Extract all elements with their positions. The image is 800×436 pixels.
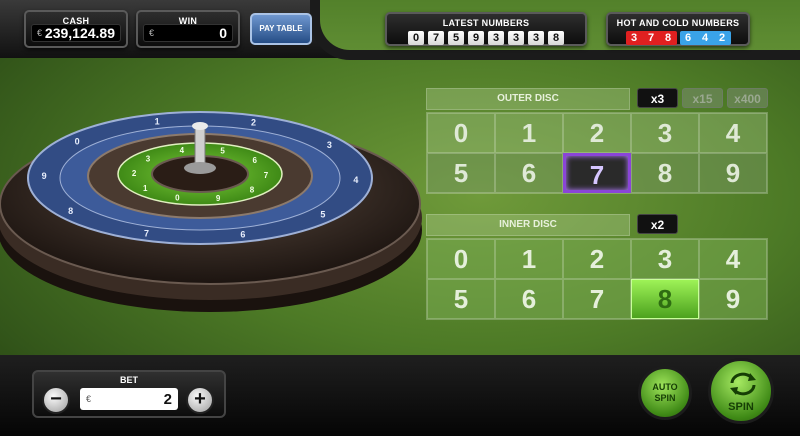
wheel-number: 2	[132, 169, 137, 178]
spindle-top	[192, 122, 208, 130]
cash-panel: CASH € 239,124.89	[24, 10, 128, 48]
win-currency: €	[149, 28, 155, 38]
number-cell-0[interactable]: 0	[427, 113, 495, 153]
wheel-number: 9	[216, 194, 221, 203]
spindle-base	[184, 162, 216, 174]
inner-disc-grid: 01234 56789	[426, 238, 768, 320]
number-cell-3[interactable]: 3	[631, 113, 699, 153]
number-cell-0[interactable]: 0	[427, 239, 495, 279]
win-panel: WIN € 0	[136, 10, 240, 48]
latest-number: 8	[548, 31, 564, 45]
spindle	[194, 125, 206, 169]
bet-display: € 2	[80, 388, 178, 410]
cold-number: 6	[684, 32, 692, 44]
wheel-number: 1	[155, 116, 160, 126]
spin-arrows-icon	[730, 372, 756, 396]
cold-number: 4	[701, 32, 709, 44]
game-table: CASH € 239,124.89 WIN € 0 PAY TABLE LATE…	[0, 0, 800, 436]
latest-number: 0	[408, 31, 424, 45]
latest-number: 9	[468, 31, 484, 45]
latest-number: 3	[508, 31, 524, 45]
latest-number: 7	[428, 31, 444, 45]
wheel-number: 5	[220, 147, 225, 156]
roulette-wheel: 2345678901 5678901234	[0, 111, 422, 312]
outer-disc-title: OUTER DISC	[426, 88, 630, 110]
cash-value: 239,124.89	[44, 25, 115, 41]
number-cell-9[interactable]: 9	[699, 279, 767, 319]
outer-multiplier-x400[interactable]: x400	[727, 88, 768, 108]
win-display: € 0	[143, 24, 233, 42]
bet-currency: €	[86, 394, 92, 404]
wheel-number: 4	[353, 175, 358, 185]
spin-button[interactable]: SPIN	[708, 358, 774, 424]
wheel-number: 6	[240, 230, 245, 240]
latest-number: 3	[528, 31, 544, 45]
outer-disc-grid: 01234 56789	[426, 112, 768, 194]
number-cell-8[interactable]: 8	[631, 153, 699, 193]
auto-spin-button[interactable]: AUTO SPIN	[638, 366, 692, 420]
cash-display: € 239,124.89	[31, 24, 121, 42]
hot-cold-panel: HOT AND COLD NUMBERS 378 642	[606, 12, 750, 46]
number-cell-6[interactable]: 6	[495, 153, 563, 193]
decrease-bet-button[interactable]: −	[42, 386, 70, 414]
hot-number: 7	[647, 32, 655, 44]
wheel-number: 0	[175, 193, 180, 202]
outer-multiplier-x15[interactable]: x15	[682, 88, 723, 108]
number-cell-4[interactable]: 4	[699, 113, 767, 153]
inner-multiplier-x2[interactable]: x2	[637, 214, 678, 234]
latest-number: 3	[488, 31, 504, 45]
spin-label: SPIN	[728, 401, 754, 413]
outer-multiplier-x3[interactable]: x3	[637, 88, 678, 108]
wheel-number: 2	[251, 118, 256, 128]
wheel-number: 7	[144, 228, 149, 238]
wheel-number: 7	[264, 171, 269, 180]
number-cell-7[interactable]: 7	[563, 279, 631, 319]
wheel-number: 8	[68, 206, 73, 216]
latest-numbers-panel: LATEST NUMBERS 07593338	[385, 12, 587, 46]
increase-bet-button[interactable]: +	[186, 386, 214, 414]
hot-numbers: 378	[625, 31, 677, 45]
hot-number: 8	[664, 32, 672, 44]
wheel-number: 9	[42, 171, 47, 181]
hot-number: 3	[630, 32, 638, 44]
pay-table-button[interactable]: PAY TABLE	[250, 13, 312, 45]
number-cell-2[interactable]: 2	[563, 239, 631, 279]
hot-cold-row: 378 642	[608, 31, 748, 45]
number-cell-7[interactable]: 7	[563, 153, 631, 193]
number-cell-1[interactable]: 1	[495, 239, 563, 279]
number-cell-9[interactable]: 9	[699, 153, 767, 193]
number-cell-3[interactable]: 3	[631, 239, 699, 279]
number-cell-8[interactable]: 8	[631, 279, 699, 319]
wheel-number: 5	[320, 209, 325, 219]
number-cell-1[interactable]: 1	[495, 113, 563, 153]
cold-numbers: 642	[679, 31, 731, 45]
number-cell-6[interactable]: 6	[495, 279, 563, 319]
latest-number: 5	[448, 31, 464, 45]
number-cell-5[interactable]: 5	[427, 279, 495, 319]
hot-cold-title: HOT AND COLD NUMBERS	[616, 18, 740, 28]
number-cell-2[interactable]: 2	[563, 113, 631, 153]
wheel-number: 0	[75, 137, 80, 147]
number-cell-4[interactable]: 4	[699, 239, 767, 279]
cold-number: 2	[718, 32, 726, 44]
wheel-number: 3	[146, 155, 151, 164]
wheel-number: 4	[180, 146, 185, 155]
cash-currency: €	[37, 28, 43, 38]
wheel-number: 3	[327, 140, 332, 150]
number-cell-5[interactable]: 5	[427, 153, 495, 193]
latest-numbers-list: 07593338	[387, 31, 585, 45]
bet-label: BET	[120, 375, 138, 385]
inner-disc-title: INNER DISC	[426, 214, 630, 236]
bet-value: 2	[163, 390, 172, 408]
win-value: 0	[219, 25, 227, 41]
auto-spin-label: AUTO SPIN	[652, 382, 678, 403]
wheel-number: 1	[143, 184, 148, 193]
wheel-number: 8	[250, 185, 255, 194]
wheel-number: 6	[253, 156, 258, 165]
bet-panel: BET − € 2 +	[32, 370, 226, 418]
latest-numbers-title: LATEST NUMBERS	[442, 18, 530, 28]
